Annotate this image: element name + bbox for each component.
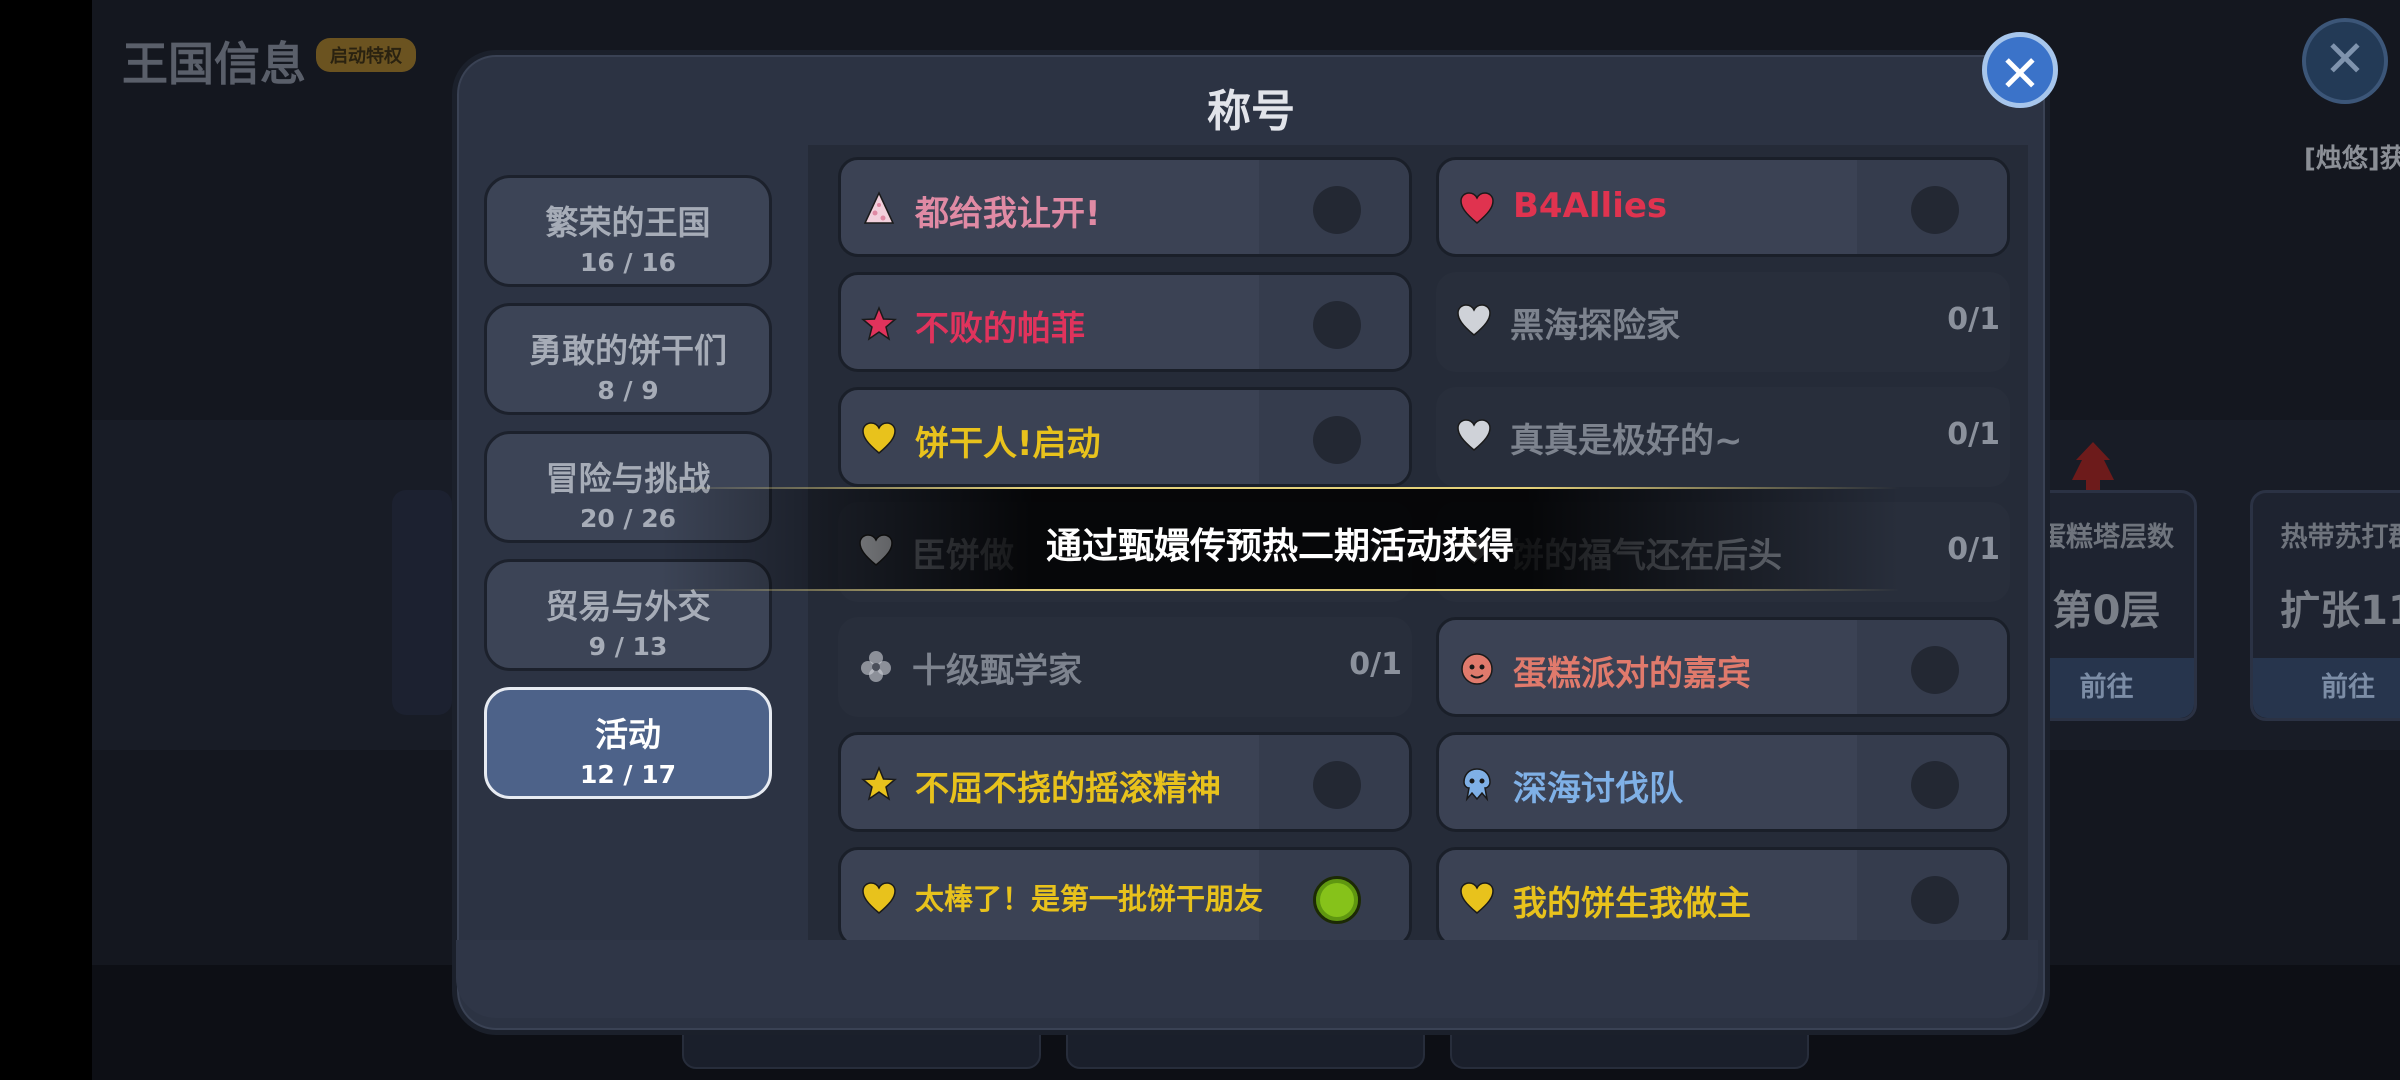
title-item[interactable]: 不屈不挠的摇滚精神 xyxy=(838,732,1412,832)
category-tab[interactable]: 活动 12 / 17 xyxy=(484,687,772,799)
mascot-icon xyxy=(1459,651,1495,687)
background-card-soda: 热带苏打群 扩张11 前往 xyxy=(2250,490,2400,721)
title-label: 不败的帕菲 xyxy=(915,309,1085,349)
title-label: 真真是极好的~ xyxy=(1510,421,1743,461)
equip-toggle[interactable] xyxy=(1313,761,1361,809)
equip-toggle[interactable] xyxy=(1313,186,1361,234)
title-progress: 0/1 xyxy=(1947,532,2000,567)
category-count: 8 / 9 xyxy=(597,376,659,405)
title-label: 都给我让开! xyxy=(915,194,1101,234)
title-item[interactable]: 蛋糕派对的嘉宾 xyxy=(1436,617,2010,717)
title-label: B4Allies xyxy=(1513,186,1668,226)
title-label: 我的饼生我做主 xyxy=(1513,884,1751,924)
star-icon xyxy=(861,306,897,342)
background-right-text: [烛悠]获 xyxy=(2304,144,2400,174)
category-name: 繁荣的王国 xyxy=(545,203,711,242)
title-progress: 0/1 xyxy=(1947,417,2000,452)
heart-icon xyxy=(1459,881,1495,917)
dialog-footer xyxy=(456,940,2038,1018)
title-label: 深海讨伐队 xyxy=(1513,769,1683,809)
privilege-badge: 启动特权 xyxy=(316,38,416,72)
close-icon[interactable]: ✕ xyxy=(1982,32,2058,108)
heart-icon xyxy=(861,881,897,917)
title-progress: 0/1 xyxy=(1349,647,1402,682)
heart-icon xyxy=(1456,303,1492,339)
category-count: 9 / 13 xyxy=(588,632,668,661)
title-label: 蛋糕派对的嘉宾 xyxy=(1513,654,1751,694)
background-side-panel xyxy=(392,490,452,715)
title-item[interactable]: 黑海探险家 0/1 xyxy=(1436,272,2010,372)
kingdom-info-title: 王国信息 xyxy=(122,37,306,91)
star-icon xyxy=(861,766,897,802)
equip-toggle[interactable] xyxy=(1911,876,1959,924)
equip-toggle[interactable] xyxy=(1313,301,1361,349)
heart-icon xyxy=(1459,191,1495,227)
heart-icon xyxy=(861,421,897,457)
title-item[interactable]: 太棒了！是第一批饼干朋友 xyxy=(838,847,1412,940)
heart-icon xyxy=(1456,418,1492,454)
title-item[interactable]: 不败的帕菲 xyxy=(838,272,1412,372)
acquisition-toast: 通过甄嬛传预热二期活动获得 xyxy=(660,487,1900,591)
title-item[interactable]: 真真是极好的~ 0/1 xyxy=(1436,387,2010,487)
category-name: 勇敢的饼干们 xyxy=(529,331,727,370)
equip-toggle[interactable] xyxy=(1911,646,1959,694)
category-tab[interactable]: 勇敢的饼干们 8 / 9 xyxy=(484,303,772,415)
category-count: 16 / 16 xyxy=(579,248,677,277)
title-progress: 0/1 xyxy=(1947,302,2000,337)
title-item[interactable]: 饼干人!启动 xyxy=(838,387,1412,487)
category-name: 活动 xyxy=(595,715,661,754)
title-label: 不屈不挠的摇滚精神 xyxy=(915,769,1221,809)
toast-text: 通过甄嬛传预热二期活动获得 xyxy=(1045,526,1514,567)
category-tab[interactable]: 繁荣的王国 16 / 16 xyxy=(484,175,772,287)
title-item[interactable]: 深海讨伐队 xyxy=(1436,732,2010,832)
title-label: 太棒了！是第一批饼干朋友 xyxy=(915,882,1264,916)
background-close-icon[interactable]: ✕ xyxy=(2302,18,2388,104)
equip-toggle[interactable] xyxy=(1313,416,1361,464)
equip-toggle[interactable] xyxy=(1911,761,1959,809)
category-count: 12 / 17 xyxy=(579,760,677,789)
flower-icon xyxy=(858,648,894,684)
equip-toggle[interactable] xyxy=(1911,186,1959,234)
goto-button[interactable]: 前往 xyxy=(2253,658,2400,718)
title-label: 饼干人!启动 xyxy=(915,424,1101,464)
party-hat-icon xyxy=(861,191,897,227)
title-item[interactable]: B4Allies xyxy=(1436,157,2010,257)
dialog-title: 称号 xyxy=(1207,86,1295,137)
title-label: 十级甄学家 xyxy=(912,651,1082,691)
squid-icon xyxy=(1459,766,1495,802)
title-label: 黑海探险家 xyxy=(1510,306,1680,346)
equipped-toggle[interactable] xyxy=(1313,876,1361,924)
title-item[interactable]: 我的饼生我做主 xyxy=(1436,847,2010,940)
title-item[interactable]: 都给我让开! xyxy=(838,157,1412,257)
title-item[interactable]: 十级甄学家 0/1 xyxy=(838,617,1412,717)
